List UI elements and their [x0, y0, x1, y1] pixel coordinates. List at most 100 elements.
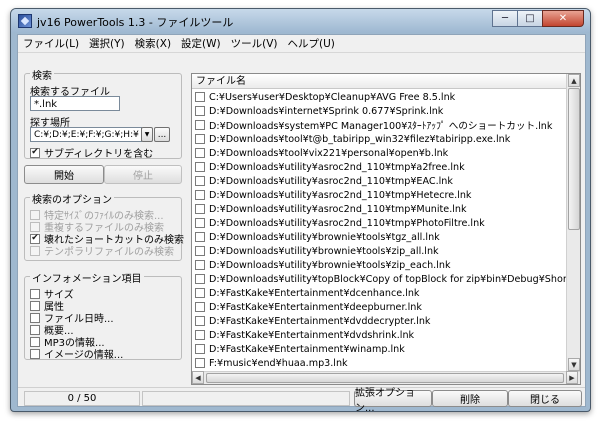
file-path: D:¥Downloads¥utility¥brownie¥tools¥zip_e… [209, 259, 451, 271]
row-checkbox[interactable] [195, 316, 205, 326]
scroll-up-icon[interactable]: ▲ [568, 74, 580, 87]
extended-options-button[interactable]: 拡張オプション... [354, 388, 432, 411]
info-summary-check[interactable] [30, 324, 40, 335]
list-item[interactable]: D:¥Downloads¥utility¥asroc2nd_110¥tmp¥Mu… [192, 202, 567, 216]
menu-help[interactable]: ヘルプ(U) [283, 35, 340, 53]
list-item[interactable]: D:¥Downloads¥utility¥asroc2nd_110¥tmp¥He… [192, 188, 567, 202]
option-temp-files-check[interactable] [30, 245, 40, 256]
list-item[interactable]: D:¥Downloads¥internet¥Sprink 0.677¥Sprin… [192, 104, 567, 118]
title-bar[interactable]: jv16 PowerTools 1.3 - ファイルツール ─ □ ✕ [11, 9, 590, 33]
status-spacer [142, 391, 350, 406]
row-checkbox[interactable] [195, 330, 205, 340]
file-path: D:¥Downloads¥tool¥vix221¥personal¥open¥b… [209, 147, 449, 159]
row-checkbox[interactable] [195, 162, 205, 172]
scroll-down-icon[interactable]: ▼ [568, 358, 580, 371]
list-item[interactable]: C:¥Users¥user¥Desktop¥Cleanup¥AVG Free 8… [192, 90, 567, 104]
include-subdirs-checkbox[interactable]: ✔ サブディレクトリを含む [30, 145, 153, 160]
list-item[interactable]: D:¥Downloads¥utility¥brownie¥tools¥zip_e… [192, 258, 567, 272]
list-item[interactable]: D:¥Downloads¥utility¥asroc2nd_110¥tmp¥a2… [192, 160, 567, 174]
row-checkbox[interactable] [195, 232, 205, 242]
row-checkbox[interactable] [195, 204, 205, 214]
vertical-scrollbar[interactable]: ▲ ▼ [566, 74, 580, 372]
list-item[interactable]: D:¥Downloads¥utility¥asroc2nd_110¥tmp¥Ph… [192, 216, 567, 230]
row-checkbox[interactable] [195, 148, 205, 158]
option-broken-shortcuts-check[interactable]: ✔ [30, 233, 40, 244]
status-bar: 0 / 50 拡張オプション... 削除 閉じる [18, 387, 585, 411]
list-item[interactable]: D:¥FastKake¥Entertainment¥dvdshrink.lnk [192, 328, 567, 342]
location-dropdown-button[interactable]: ▼ [141, 127, 153, 142]
list-item[interactable]: D:¥Downloads¥utility¥brownie¥tools¥zip_a… [192, 244, 567, 258]
row-checkbox[interactable] [195, 344, 205, 354]
file-path: D:¥FastKake¥Entertainment¥deepburner.lnk [209, 301, 422, 313]
scroll-right-icon[interactable]: ▶ [566, 371, 578, 384]
row-checkbox[interactable] [195, 246, 205, 256]
horizontal-scroll-thumb[interactable] [206, 373, 564, 383]
info-attributes-check[interactable] [30, 300, 40, 311]
menu-select[interactable]: 選択(Y) [84, 35, 130, 53]
browse-button[interactable]: ... [154, 127, 170, 142]
maximize-button[interactable]: □ [517, 10, 543, 27]
menu-settings[interactable]: 設定(W) [176, 35, 226, 53]
menu-search[interactable]: 検索(X) [130, 35, 176, 53]
stop-button[interactable]: 停止 [104, 165, 182, 184]
info-mp3-check[interactable] [30, 336, 40, 347]
window-controls: ─ □ ✕ [492, 10, 584, 27]
info-items-title: インフォメーション項目 [30, 270, 144, 285]
close-button[interactable]: 閉じる [508, 390, 582, 407]
file-path: D:¥Downloads¥utility¥asroc2nd_110¥tmp¥a2… [209, 161, 465, 173]
minimize-button[interactable]: ─ [492, 10, 518, 27]
file-pattern-input[interactable]: *.lnk [30, 96, 120, 111]
option-temp-files[interactable]: テンポラリファイルのみ検索 [30, 243, 174, 258]
menu-bar: ファイル(L) 選択(Y) 検索(X) 設定(W) ツール(V) ヘルプ(U) [18, 35, 585, 53]
scroll-left-icon[interactable]: ◀ [192, 371, 204, 384]
delete-button[interactable]: 削除 [432, 390, 508, 407]
option-size-filter-check[interactable] [30, 209, 40, 220]
info-file-date-check[interactable] [30, 312, 40, 323]
column-header-filename[interactable]: ファイル名 [192, 74, 567, 89]
info-image-check[interactable] [30, 348, 40, 359]
list-item[interactable]: D:¥Downloads¥system¥PC Manager100¥ｽﾀｰﾄｱｯ… [192, 118, 567, 132]
list-item[interactable]: D:¥Downloads¥tool¥t@b_tabiripp_win32¥fil… [192, 132, 567, 146]
horizontal-scrollbar[interactable]: ◀ ▶ [192, 371, 580, 384]
row-checkbox[interactable] [195, 190, 205, 200]
row-checkbox[interactable] [195, 176, 205, 186]
window-title: jv16 PowerTools 1.3 - ファイルツール [37, 16, 234, 29]
search-options-group: 検索のオプション 特定ｻｲｽﾞのﾌｧｲﾙのみ検索... 重複するファイルのみ検索… [24, 191, 184, 261]
row-checkbox[interactable] [195, 134, 205, 144]
list-item[interactable]: D:¥Downloads¥utility¥topBlock¥Copy of to… [192, 272, 567, 286]
info-image[interactable]: イメージの情報... [30, 346, 123, 361]
start-button[interactable]: 開始 [24, 165, 104, 184]
close-window-button[interactable]: ✕ [542, 10, 584, 27]
row-checkbox[interactable] [195, 106, 205, 116]
info-size-check[interactable] [30, 288, 40, 299]
row-checkbox[interactable] [195, 358, 205, 368]
file-list-rows: C:¥Users¥user¥Desktop¥Cleanup¥AVG Free 8… [192, 90, 567, 372]
list-item[interactable]: D:¥Downloads¥tool¥vix221¥personal¥open¥b… [192, 146, 567, 160]
list-item[interactable]: D:¥FastKake¥Entertainment¥deepburner.lnk [192, 300, 567, 314]
file-list[interactable]: ファイル名 C:¥Users¥user¥Desktop¥Cleanup¥AVG … [191, 73, 581, 385]
list-item[interactable]: D:¥FastKake¥Entertainment¥dvddecrypter.l… [192, 314, 567, 328]
list-item[interactable]: F:¥music¥end¥huaa.mp3.lnk [192, 356, 567, 370]
location-input[interactable]: C:¥;D:¥;E:¥;F:¥;G:¥;H:¥ [30, 127, 142, 142]
list-item[interactable]: D:¥Downloads¥utility¥asroc2nd_110¥tmp¥EA… [192, 174, 567, 188]
include-subdirs-label: サブディレクトリを含む [44, 149, 154, 160]
vertical-scroll-thumb[interactable] [568, 88, 580, 230]
row-checkbox[interactable] [195, 92, 205, 102]
file-path: F:¥music¥end¥huaa.mp3.lnk [209, 357, 348, 369]
row-checkbox[interactable] [195, 218, 205, 228]
list-item[interactable]: D:¥Downloads¥utility¥brownie¥tools¥tgz_a… [192, 230, 567, 244]
menu-tools[interactable]: ツール(V) [226, 35, 283, 53]
list-item[interactable]: D:¥FastKake¥Entertainment¥dcenhance.lnk [192, 286, 567, 300]
search-group-title: 検索 [30, 67, 54, 82]
option-duplicates-check[interactable] [30, 221, 40, 232]
file-path: D:¥Downloads¥utility¥asroc2nd_110¥tmp¥Ph… [209, 217, 485, 229]
menu-file[interactable]: ファイル(L) [18, 35, 84, 53]
row-checkbox[interactable] [195, 274, 205, 284]
row-checkbox[interactable] [195, 302, 205, 312]
list-item[interactable]: D:¥FastKake¥Entertainment¥winamp.lnk [192, 342, 567, 356]
client-area: ファイル(L) 選択(Y) 検索(X) 設定(W) ツール(V) ヘルプ(U) … [17, 34, 586, 411]
row-checkbox[interactable] [195, 260, 205, 270]
include-subdirs-check[interactable]: ✔ [30, 147, 40, 158]
row-checkbox[interactable] [195, 288, 205, 298]
row-checkbox[interactable] [195, 120, 205, 130]
